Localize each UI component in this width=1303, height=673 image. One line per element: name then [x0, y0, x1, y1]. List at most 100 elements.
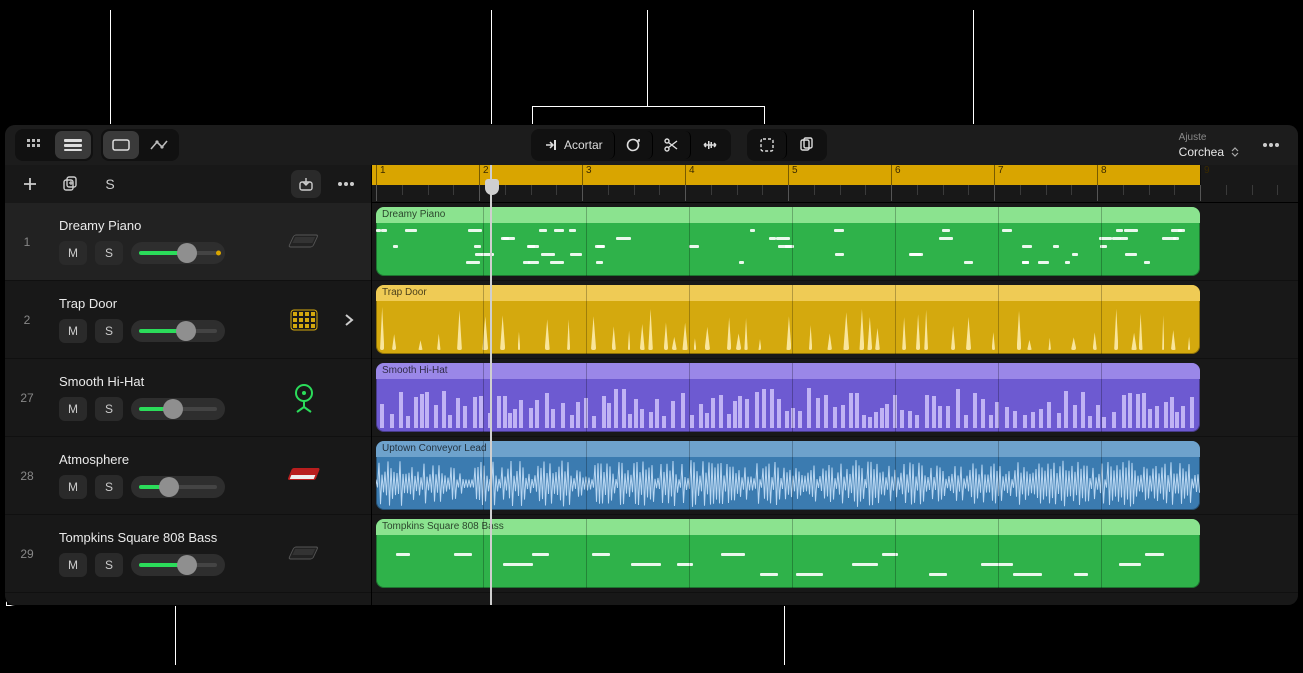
- marquee-button[interactable]: [749, 131, 787, 159]
- region[interactable]: Dreamy Piano: [376, 207, 1200, 276]
- clipboard-group: [747, 129, 827, 161]
- updown-icon: [1230, 147, 1240, 157]
- region-label: Dreamy Piano: [376, 207, 1200, 223]
- bar-marker: 7: [994, 165, 1004, 185]
- view-mode-segment: [15, 129, 93, 161]
- toolbar-more-button[interactable]: [1254, 131, 1288, 159]
- track-number: 2: [5, 313, 49, 327]
- instrument-icon[interactable]: [281, 383, 327, 413]
- track-number: 29: [5, 547, 49, 561]
- bar-marker: 5: [788, 165, 798, 185]
- callout-line: [491, 10, 492, 127]
- callout-line: [110, 10, 111, 127]
- bar-marker: 6: [891, 165, 901, 185]
- track-number: 1: [5, 235, 49, 249]
- instrument-icon[interactable]: [281, 543, 327, 565]
- main-body: S 1Dreamy PianoMS2Trap DoorMS27Smooth Hi…: [5, 165, 1298, 605]
- callout-line: [532, 106, 764, 107]
- volume-slider[interactable]: [131, 320, 225, 342]
- track-lane[interactable]: Uptown Conveyor Lead: [372, 437, 1298, 515]
- track-header[interactable]: 1Dreamy PianoMS: [5, 203, 371, 281]
- view-grid-button[interactable]: [17, 131, 53, 159]
- stretch-icon: [701, 138, 719, 152]
- copy-button[interactable]: [787, 131, 825, 159]
- track-lane[interactable]: Dreamy Piano: [372, 203, 1298, 281]
- view-tracks-button[interactable]: [55, 131, 91, 159]
- callout-line: [6, 605, 365, 606]
- copy-icon: [798, 137, 814, 153]
- track-name: Smooth Hi-Hat: [59, 374, 271, 389]
- region-label: Smooth Hi-Hat: [376, 363, 1200, 379]
- trim-tool-button[interactable]: Acortar: [533, 131, 615, 159]
- region-label: Tompkins Square 808 Bass: [376, 519, 1200, 535]
- mute-button[interactable]: M: [59, 319, 87, 343]
- solo-button[interactable]: S: [95, 553, 123, 577]
- duplicate-track-button[interactable]: [55, 170, 85, 198]
- track-lane[interactable]: Trap Door: [372, 281, 1298, 359]
- playhead-handle[interactable]: [485, 179, 499, 195]
- bar-marker: 9: [1200, 165, 1210, 185]
- volume-slider[interactable]: [131, 554, 225, 576]
- track-more-button[interactable]: [331, 170, 361, 198]
- volume-slider[interactable]: [131, 476, 225, 498]
- ellipsis-icon: [337, 181, 355, 187]
- mute-button[interactable]: M: [59, 397, 87, 421]
- automation-view-button[interactable]: [141, 131, 177, 159]
- track-header[interactable]: 27Smooth Hi-HatMS: [5, 359, 371, 437]
- scissors-icon: [663, 137, 679, 153]
- track-header[interactable]: 29Tompkins Square 808 BassMS: [5, 515, 371, 593]
- stretch-tool-button[interactable]: [691, 131, 729, 159]
- instrument-icon[interactable]: [281, 231, 327, 253]
- plus-icon: [22, 176, 38, 192]
- playhead[interactable]: [490, 165, 492, 605]
- solo-button[interactable]: S: [95, 319, 123, 343]
- region-view-button[interactable]: [103, 131, 139, 159]
- track-lane[interactable]: Smooth Hi-Hat: [372, 359, 1298, 437]
- track-lane[interactable]: Tompkins Square 808 Bass: [372, 515, 1298, 593]
- regions-area[interactable]: Dreamy Piano Trap Door Smooth Hi-Hat Uptown…: [372, 203, 1298, 605]
- daw-window: Acortar Ajuste Corchea: [5, 125, 1298, 605]
- bar-marker: 3: [582, 165, 592, 185]
- expand-button[interactable]: [337, 313, 361, 327]
- bar-marker: 8: [1097, 165, 1107, 185]
- mute-button[interactable]: M: [59, 475, 87, 499]
- region[interactable]: Smooth Hi-Hat: [376, 363, 1200, 432]
- mute-button[interactable]: M: [59, 241, 87, 265]
- callout-line: [532, 106, 533, 127]
- display-mode-segment: [101, 129, 179, 161]
- region[interactable]: Tompkins Square 808 Bass: [376, 519, 1200, 588]
- snap-selector[interactable]: Ajuste Corchea: [1179, 132, 1246, 159]
- region[interactable]: Uptown Conveyor Lead: [376, 441, 1200, 510]
- region-label: Uptown Conveyor Lead: [376, 441, 1200, 457]
- solo-button[interactable]: S: [95, 475, 123, 499]
- track-header[interactable]: 2Trap DoorMS: [5, 281, 371, 359]
- solo-button[interactable]: S: [95, 397, 123, 421]
- duplicate-icon: [62, 176, 78, 192]
- mute-button[interactable]: M: [59, 553, 87, 577]
- ellipsis-icon: [1262, 142, 1280, 148]
- track-headers-panel: S 1Dreamy PianoMS2Trap DoorMS27Smooth Hi…: [5, 165, 372, 605]
- edit-tool-group: Acortar: [531, 129, 731, 161]
- volume-slider[interactable]: [131, 398, 225, 420]
- callout-line: [647, 70, 648, 106]
- callout-line: [374, 605, 1199, 606]
- bar-marker: 1: [376, 165, 386, 185]
- split-tool-button[interactable]: [653, 131, 691, 159]
- track-number: 28: [5, 469, 49, 483]
- track-header[interactable]: 28 Atmosphere MS: [5, 437, 371, 515]
- solo-button[interactable]: S: [95, 241, 123, 265]
- instrument-icon[interactable]: [281, 308, 327, 332]
- inbox-icon: [298, 176, 314, 192]
- track-name: Atmosphere: [59, 452, 271, 467]
- tracks-icon: [64, 139, 82, 151]
- ruler[interactable]: 123456789: [372, 165, 1298, 203]
- region[interactable]: Trap Door: [376, 285, 1200, 354]
- volume-slider[interactable]: [131, 242, 225, 264]
- add-track-button[interactable]: [15, 170, 45, 198]
- import-button[interactable]: [291, 170, 321, 198]
- loop-tool-button[interactable]: [615, 131, 653, 159]
- instrument-icon[interactable]: [281, 466, 327, 486]
- global-solo-button[interactable]: S: [95, 170, 125, 198]
- callout-line: [764, 106, 765, 127]
- region-icon: [112, 139, 130, 151]
